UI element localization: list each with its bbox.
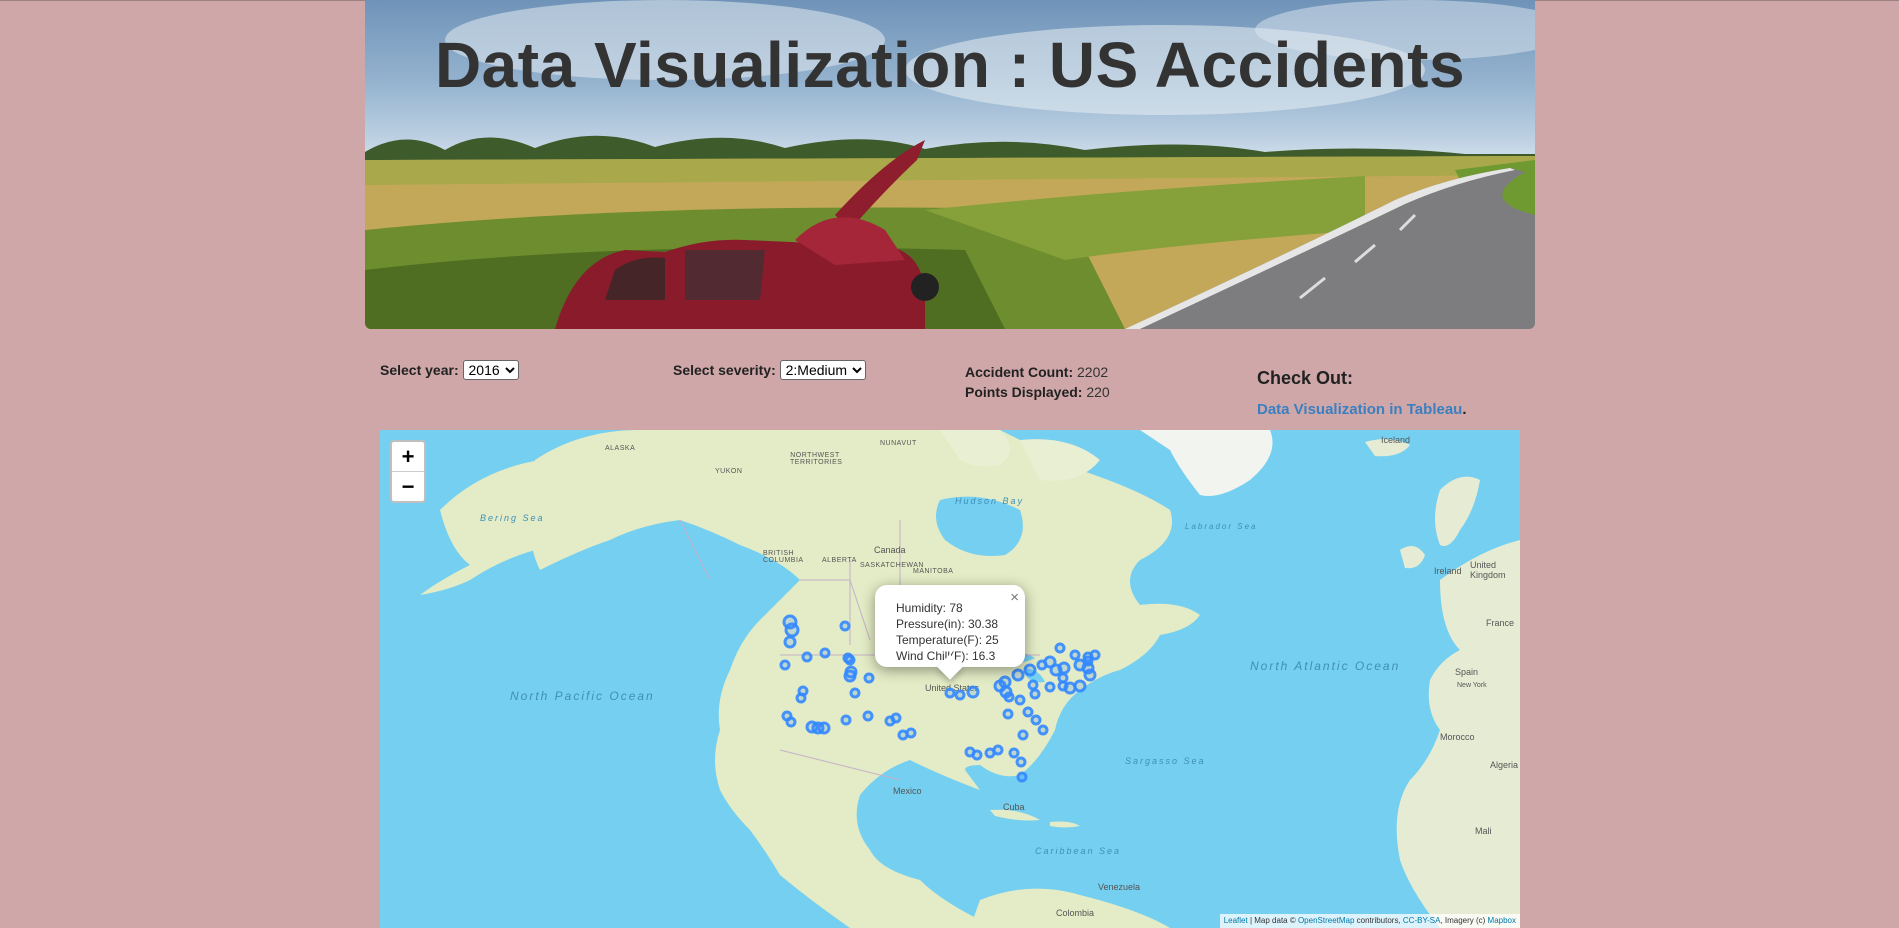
points-displayed-value: 220 (1086, 384, 1110, 400)
accident-marker[interactable] (1057, 661, 1071, 675)
year-select[interactable]: 2016 (462, 360, 519, 380)
accident-marker[interactable] (1069, 649, 1081, 661)
accident-marker[interactable] (1082, 655, 1094, 667)
accident-marker[interactable] (954, 689, 966, 701)
accident-marker[interactable] (797, 685, 809, 697)
accident-marker[interactable] (817, 721, 831, 735)
popup-pressure: Pressure(in): 30.38 (896, 617, 999, 631)
accident-marker[interactable] (801, 651, 813, 663)
accident-marker[interactable] (844, 665, 858, 679)
accident-marker[interactable] (1054, 642, 1066, 654)
attrib-text-2: contributors, (1354, 916, 1403, 925)
zoom-out-button[interactable]: − (392, 471, 424, 501)
accident-marker[interactable] (1008, 747, 1020, 759)
severity-select[interactable]: 2:Medium (779, 360, 866, 380)
checkout-link-row: Data Visualization in Tableau. (1257, 401, 1467, 418)
accident-marker[interactable] (1017, 729, 1029, 741)
page-title: Data Visualization : US Accidents (434, 29, 1466, 101)
accident-marker[interactable] (862, 710, 874, 722)
points-displayed-label: Points Displayed: (965, 384, 1083, 400)
accident-marker[interactable] (1027, 679, 1039, 691)
severity-filter: Select severity: 2:Medium (673, 360, 866, 380)
accident-marker[interactable] (863, 672, 875, 684)
accident-marker[interactable] (971, 749, 983, 761)
accident-marker[interactable] (783, 635, 797, 649)
checkout-heading: Check Out: (1257, 368, 1354, 388)
accident-marker[interactable] (1014, 694, 1026, 706)
mapbox-link[interactable]: Mapbox (1488, 916, 1516, 925)
marker-popup: × Humidity: 78 Pressure(in): 30.38 Tempe… (875, 585, 1025, 680)
accident-count-row: Accident Count: 2202 (965, 362, 1110, 382)
accident-count-value: 2202 (1077, 364, 1109, 380)
accident-marker[interactable] (784, 622, 800, 638)
accident-marker[interactable] (1002, 708, 1014, 720)
accident-marker[interactable] (844, 654, 856, 666)
accident-marker[interactable] (1011, 668, 1025, 682)
year-filter: Select year: 2016 (380, 360, 519, 380)
leaflet-link[interactable]: Leaflet (1224, 916, 1248, 925)
year-label: Select year: (380, 362, 459, 378)
zoom-control: + − (390, 440, 426, 503)
accident-marker[interactable] (840, 714, 852, 726)
accident-marker[interactable] (1022, 706, 1034, 718)
accident-marker[interactable] (1003, 691, 1015, 703)
accident-marker[interactable] (1016, 771, 1028, 783)
attrib-text-1: | Map data © (1247, 916, 1298, 925)
ccbysa-link[interactable]: CC-BY-SA (1403, 916, 1441, 925)
checkout-period: . (1462, 401, 1467, 418)
accident-marker[interactable] (897, 729, 909, 741)
accident-marker[interactable] (1029, 688, 1041, 700)
popup-close-button[interactable]: × (1010, 589, 1019, 606)
accident-marker[interactable] (992, 744, 1004, 756)
accident-marker[interactable] (1037, 724, 1049, 736)
accident-count-label: Accident Count: (965, 364, 1074, 380)
accident-marker[interactable] (779, 659, 791, 671)
zoom-in-button[interactable]: + (392, 442, 424, 471)
header-banner: Data Visualization : US Accidents (365, 0, 1535, 329)
attrib-text-3: , Imagery (c) (1440, 916, 1488, 925)
popup-content: Humidity: 78 Pressure(in): 30.38 Tempera… (896, 600, 999, 664)
popup-temperature: Temperature(F): 25 (896, 633, 999, 647)
accident-marker[interactable] (819, 647, 831, 659)
tableau-link[interactable]: Data Visualization in Tableau (1257, 401, 1462, 418)
accident-marker[interactable] (1030, 714, 1042, 726)
points-displayed-row: Points Displayed: 220 (965, 382, 1110, 402)
accident-marker[interactable] (839, 620, 851, 632)
accident-marker[interactable] (998, 675, 1012, 689)
accident-marker[interactable] (1083, 668, 1097, 682)
accident-marker[interactable] (966, 685, 980, 699)
accident-marker[interactable] (1073, 679, 1087, 693)
accident-marker[interactable] (890, 712, 902, 724)
accident-marker[interactable] (785, 716, 797, 728)
osm-link[interactable]: OpenStreetMap (1298, 916, 1354, 925)
stats-panel: Accident Count: 2202 Points Displayed: 2… (965, 362, 1110, 402)
accident-marker[interactable] (1057, 672, 1069, 684)
accident-marker[interactable] (1023, 663, 1037, 677)
severity-label: Select severity: (673, 362, 776, 378)
accident-marker[interactable] (1015, 756, 1027, 768)
map-attribution: Leaflet | Map data © OpenStreetMap contr… (1219, 914, 1520, 928)
accident-marker[interactable] (1044, 681, 1056, 693)
accident-map[interactable]: North Pacific Ocean North Atlantic Ocean… (380, 430, 1520, 928)
accident-marker[interactable] (944, 687, 956, 699)
accident-marker[interactable] (849, 687, 861, 699)
popup-humidity: Humidity: 78 (896, 601, 963, 615)
